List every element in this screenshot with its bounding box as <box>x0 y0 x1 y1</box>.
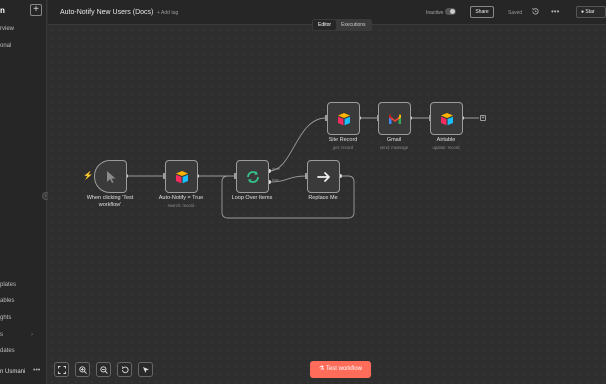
history-icon[interactable] <box>531 7 540 16</box>
sidebar-item-help[interactable]: s <box>0 332 3 338</box>
cursor-icon <box>107 171 116 183</box>
test-workflow-button[interactable]: ⚗ Test workflow <box>310 361 371 378</box>
zoom-in-icon <box>79 366 87 374</box>
pointer-icon <box>143 367 149 373</box>
user-name[interactable]: n Usmani <box>0 369 25 375</box>
airtable-icon <box>176 171 188 184</box>
airtable-icon <box>338 113 350 126</box>
user-menu-icon[interactable]: ••• <box>33 367 40 374</box>
sidebar-item-personal[interactable]: onal <box>0 43 11 49</box>
node-airtable[interactable] <box>430 102 463 135</box>
chevron-right-icon: › <box>31 332 33 338</box>
fit-view-icon <box>58 366 66 374</box>
sidebar: n + rview onal plates ables ghts s › dat… <box>0 0 47 384</box>
port-label-done: done <box>272 167 280 171</box>
active-status-label: Inactive <box>426 10 444 16</box>
saved-status: Saved <box>508 10 523 16</box>
node-subtitle: update: record <box>432 145 460 150</box>
trigger-bolt-icon: ⚡ <box>83 171 93 180</box>
node-label: Auto-Notify = True <box>158 195 204 201</box>
github-icon: ● <box>581 9 585 15</box>
tidy-up-button[interactable] <box>138 362 153 377</box>
node-label: Airtable <box>436 137 456 143</box>
gmail-icon <box>389 114 401 124</box>
sidebar-item-overview[interactable]: rview <box>0 26 14 32</box>
node-label: Loop Over Items <box>231 195 273 201</box>
node-site-record[interactable] <box>327 102 360 135</box>
zoom-out-icon <box>100 366 108 374</box>
sidebar-item-updates[interactable]: dates <box>0 348 15 354</box>
airtable-icon <box>441 113 453 126</box>
more-options-icon[interactable]: ••• <box>551 7 559 16</box>
sidebar-item-templates[interactable]: plates <box>0 282 16 288</box>
n8n-app: n + rview onal plates ables ghts s › dat… <box>0 0 606 384</box>
node-label: When clicking 'Test workflow' <box>86 195 134 208</box>
add-node-plus-icon[interactable]: + <box>480 115 486 121</box>
share-button[interactable]: Share <box>470 6 494 18</box>
node-gmail[interactable] <box>378 102 411 135</box>
node-subtitle: search: record <box>167 203 195 208</box>
fit-view-button[interactable] <box>54 362 69 377</box>
workflow-title[interactable]: Auto-Notify New Users (Docs) <box>60 9 153 16</box>
add-workflow-button[interactable]: + <box>30 4 42 16</box>
add-tag-button[interactable]: + Add tag <box>157 10 178 16</box>
sidebar-item-variables[interactable]: ables <box>0 298 14 304</box>
test-workflow-label: Test workflow <box>325 366 362 372</box>
workflow-canvas[interactable]: Editor Executions done loop + ⚡ When cli… <box>48 19 606 384</box>
arrow-right-icon <box>317 172 330 182</box>
undo-icon <box>121 366 129 374</box>
zoom-in-button[interactable] <box>75 362 90 377</box>
node-replace-me[interactable] <box>307 160 340 193</box>
github-star-button[interactable]: ● Star <box>576 6 606 18</box>
loop-icon <box>247 171 259 183</box>
node-auto-notify[interactable] <box>165 160 198 193</box>
node-loop-over-items[interactable] <box>236 160 269 193</box>
reset-zoom-button[interactable] <box>117 362 132 377</box>
node-label: Replace Me <box>308 195 338 201</box>
star-label: Star <box>585 9 595 15</box>
flask-icon: ⚗ <box>319 366 325 372</box>
sidebar-item-insights[interactable]: ghts <box>0 315 11 321</box>
active-toggle[interactable] <box>445 8 456 15</box>
zoom-out-button[interactable] <box>96 362 111 377</box>
sidebar-logo: n <box>0 6 5 15</box>
port-label-loop: loop <box>272 178 279 182</box>
node-manual-trigger[interactable] <box>94 160 127 193</box>
